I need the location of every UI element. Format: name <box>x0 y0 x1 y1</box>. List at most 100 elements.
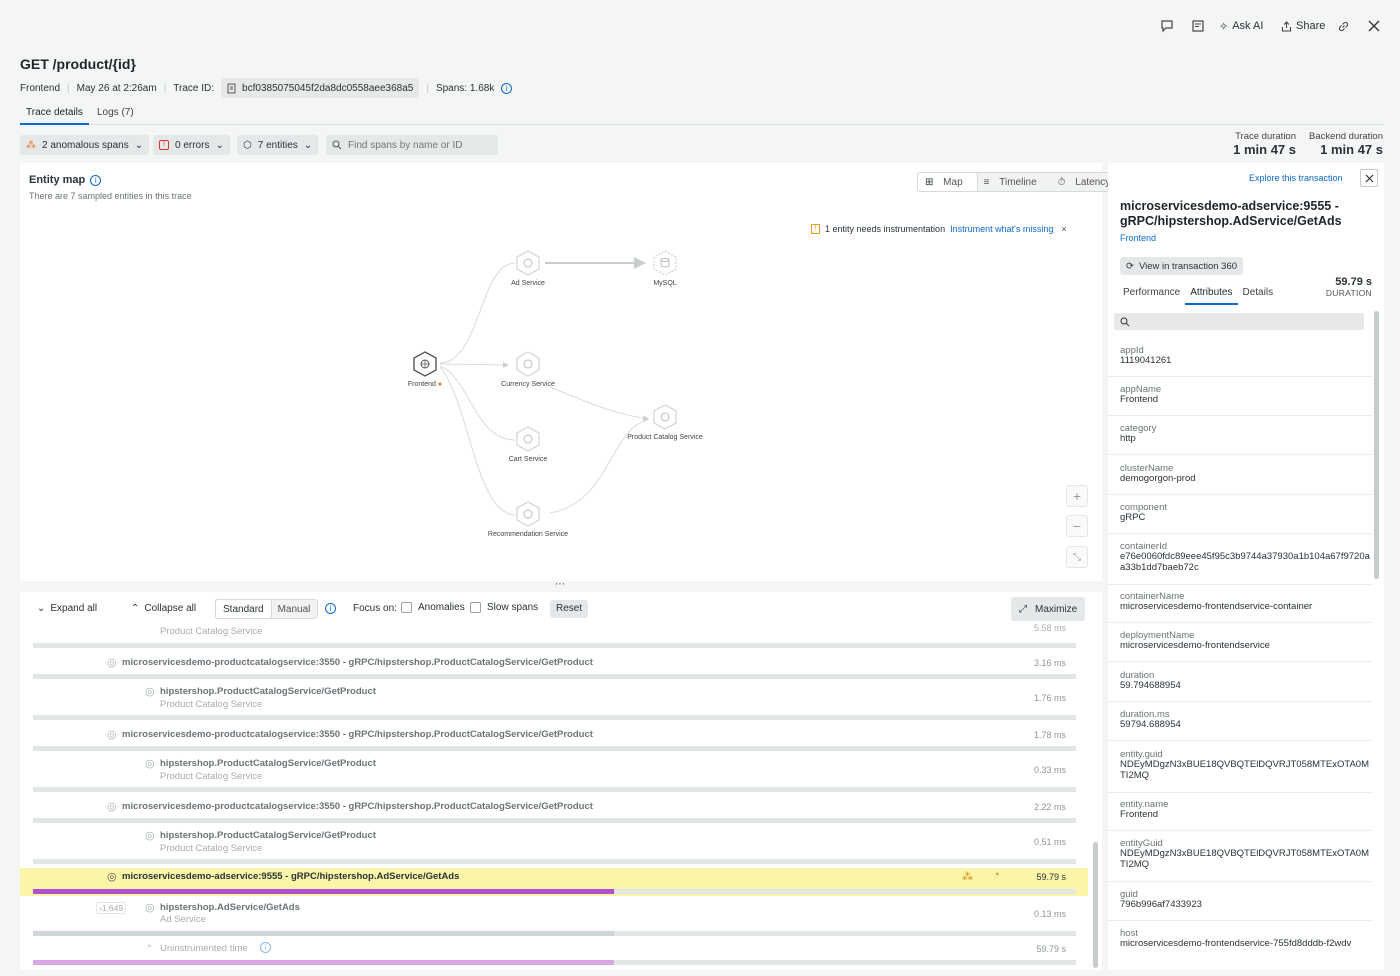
node-mysql[interactable]: MySQL <box>635 250 695 287</box>
ask-ai-button[interactable]: ✧ Ask AI <box>1213 15 1269 37</box>
checkbox[interactable] <box>470 602 481 613</box>
attribute-item: containerName microservicesdemo-frontend… <box>1108 591 1372 623</box>
trace-duration: Trace duration 1 min 47 s <box>1233 131 1296 157</box>
globe-icon <box>516 426 540 452</box>
table-row[interactable]: ›1,649 ◎ hipstershop.AdService/GetAds Ad… <box>20 898 1088 938</box>
tab-trace-details[interactable]: Trace details <box>20 104 89 125</box>
span-bar <box>33 818 1076 823</box>
attribute-search[interactable] <box>1114 313 1364 330</box>
table-row[interactable]: ◎ hipstershop.ProductCatalogService/GetP… <box>20 754 1088 792</box>
span-search[interactable] <box>326 135 498 155</box>
spans-scrollbar[interactable] <box>1093 842 1098 968</box>
chevron-down-icon: ⌄ <box>134 139 144 151</box>
table-row-selected[interactable]: ◎ microservicesdemo-adservice:9555 - gRP… <box>20 868 1088 896</box>
mode-toggle: Standard Manual <box>215 599 319 619</box>
zoom-out-button[interactable]: − <box>1066 515 1088 537</box>
table-row[interactable]: Product Catalog Service 5.58 ms <box>20 623 1088 648</box>
search-icon <box>332 140 342 150</box>
entities-filter[interactable]: ⬡ 7 entities ⌄ <box>237 135 319 155</box>
table-row[interactable]: ◎ microservicesdemo-productcatalogservic… <box>20 794 1088 826</box>
node-ad-service[interactable]: Ad Service <box>498 250 558 287</box>
entity-icon: ⬡ <box>243 139 252 151</box>
attribute-item: entityGuid NDEyMDgzN3xBUE18QVBQTElDQVRJT… <box>1108 838 1372 882</box>
span-bar-fill <box>33 960 614 965</box>
attribute-item: appId 1119041261 <box>1108 345 1372 377</box>
resize-handle[interactable]: ⋯ <box>555 579 565 590</box>
link-icon[interactable] <box>1331 15 1355 37</box>
mode-manual[interactable]: Manual <box>271 600 318 618</box>
node-frontend[interactable]: Frontend ● <box>397 351 453 388</box>
fit-view-button[interactable]: ⤡ <box>1066 546 1088 568</box>
clock-icon: ◔ <box>145 941 152 953</box>
anomalies-checkbox[interactable]: Anomalies <box>401 602 465 613</box>
maximize-icon: ⤢ <box>1019 603 1027 615</box>
globe-icon: ◎ <box>145 902 155 914</box>
node-product-catalog-service[interactable]: Product Catalog Service <box>618 404 712 441</box>
table-row[interactable]: ◔ Uninstrumented time i 59.79 s <box>20 940 1088 968</box>
span-bar <box>33 643 1076 648</box>
slow-spans-checkbox[interactable]: Slow spans <box>470 602 538 613</box>
copy-icon <box>227 83 236 93</box>
reset-button[interactable]: Reset <box>550 600 589 618</box>
chevron-up-icon: ⌃ <box>131 603 140 614</box>
children-count-badge[interactable]: ›1,649 <box>96 902 127 914</box>
close-icon <box>1365 174 1373 182</box>
detail-scrollbar[interactable] <box>1374 311 1379 579</box>
attribute-item: category http <box>1108 423 1372 455</box>
entity-name: Frontend <box>20 82 61 94</box>
detail-close-button[interactable] <box>1360 169 1378 187</box>
share-button[interactable]: Share <box>1275 15 1331 37</box>
node-cart-service[interactable]: Cart Service <box>498 426 558 463</box>
attribute-item: deploymentName microservicesdemo-fronten… <box>1108 630 1372 662</box>
anomaly-icon: ⁂ <box>26 139 36 151</box>
span-search-input[interactable] <box>348 139 488 151</box>
expand-all-button[interactable]: ⌄ Expand all <box>37 603 97 614</box>
table-row[interactable]: ◎ hipstershop.ProductCatalogService/GetP… <box>20 682 1088 720</box>
errors-filter[interactable]: ! 0 errors ⌄ <box>153 135 230 155</box>
info-icon[interactable]: i <box>501 82 513 94</box>
span-bar <box>33 787 1076 792</box>
span-bar <box>33 859 1076 864</box>
attribute-item: entity.guid NDEyMDgzN3xBUE18QVBQTElDQVRJ… <box>1108 749 1372 793</box>
view-in-transaction-button[interactable]: ⟳ View in transaction 360 <box>1120 257 1244 275</box>
feedback-icon[interactable] <box>1155 15 1179 37</box>
anomalous-spans-filter[interactable]: ⁂ 2 anomalous spans ⌄ <box>20 135 150 155</box>
timestamp: May 26 at 2:26am <box>76 82 157 94</box>
node-recommendation-service[interactable]: Recommendation Service <box>482 501 574 538</box>
span-bar-fill <box>33 931 614 936</box>
detail-entity-link[interactable]: Frontend <box>1120 233 1156 243</box>
tab-details[interactable]: Details <box>1238 285 1279 305</box>
zoom-in-button[interactable]: + <box>1066 485 1088 507</box>
node-currency-service[interactable]: Currency Service <box>493 351 563 388</box>
explore-transaction-link[interactable]: Explore this transaction <box>1249 173 1343 183</box>
attribute-item: duration 59.794688954 <box>1108 670 1372 702</box>
maximize-button[interactable]: ⤢ Maximize <box>1011 597 1086 621</box>
info-icon[interactable]: i <box>260 942 271 953</box>
attribute-item: guid 796b996af7433923 <box>1108 889 1372 921</box>
globe-icon: ◎ <box>145 758 155 770</box>
table-row[interactable]: ◎ hipstershop.ProductCatalogService/GetP… <box>20 826 1088 864</box>
chevron-down-icon: ⌄ <box>215 139 224 151</box>
attribute-item: host microservicesdemo-frontendservice-7… <box>1120 928 1352 949</box>
tab-logs[interactable]: Logs (7) <box>97 104 134 125</box>
trace-id-chip[interactable]: bcf0385075045f2da8dc0558aee368a5 <box>221 78 420 98</box>
collapse-all-button[interactable]: ⌃ Collapse all <box>131 603 196 614</box>
checkbox[interactable] <box>401 602 412 613</box>
focus-on-label: Focus on: <box>353 603 397 614</box>
globe-icon <box>516 351 540 377</box>
anomaly-icon: ⁂ <box>962 871 973 883</box>
detail-title: microservicesdemo-adservice:9555 - gRPC/… <box>1120 199 1342 228</box>
backend-duration: Backend duration 1 min 47 s <box>1309 131 1383 157</box>
tab-attributes[interactable]: Attributes <box>1185 285 1238 305</box>
globe-icon <box>653 404 677 430</box>
tab-performance[interactable]: Performance <box>1118 285 1185 305</box>
mode-standard[interactable]: Standard <box>216 600 271 618</box>
sparkle-icon: ✧ <box>1219 20 1229 33</box>
notes-icon[interactable] <box>1186 15 1210 37</box>
close-icon[interactable] <box>1362 15 1386 37</box>
search-icon <box>1120 317 1130 326</box>
entity-map-panel: Entity map i There are 7 sampled entitie… <box>20 163 1126 581</box>
info-icon[interactable]: i <box>325 603 336 614</box>
table-row[interactable]: ◎ microservicesdemo-productcatalogservic… <box>20 722 1088 754</box>
table-row[interactable]: ◎ microservicesdemo-productcatalogservic… <box>20 650 1088 682</box>
